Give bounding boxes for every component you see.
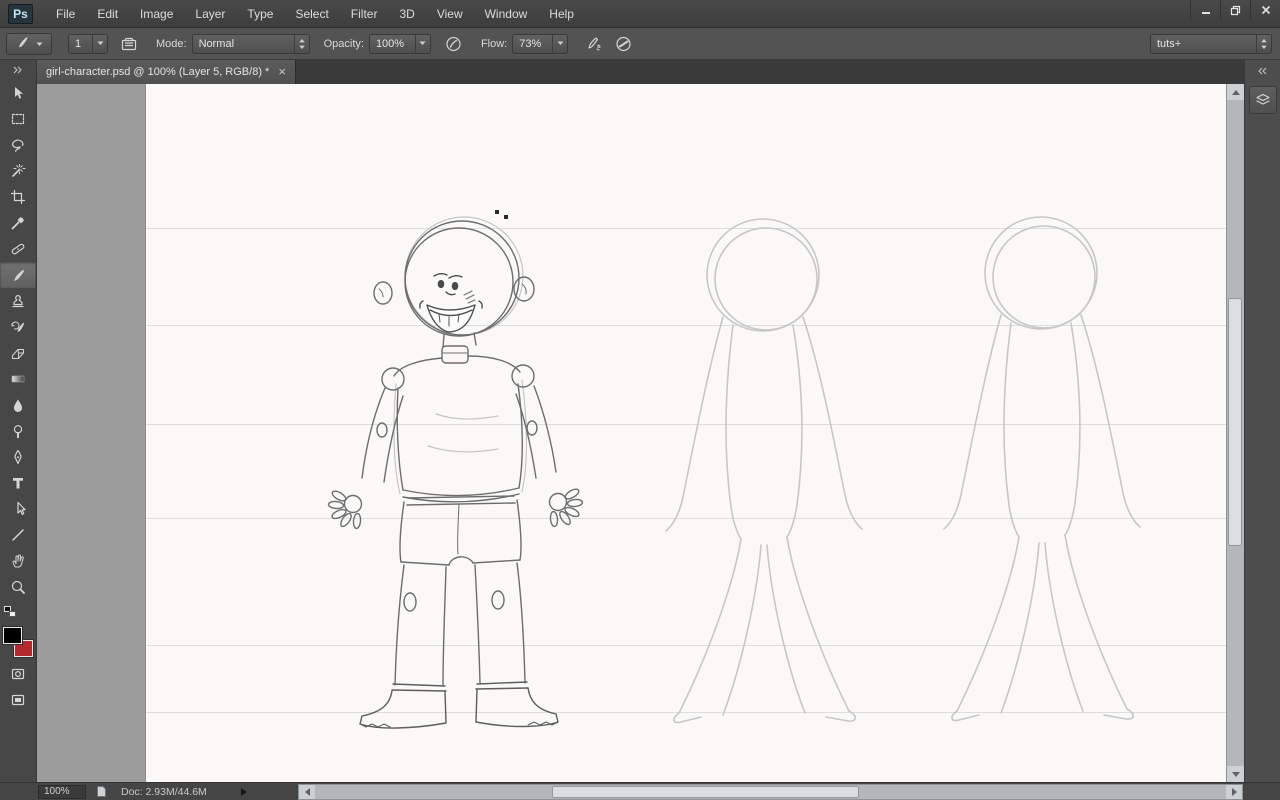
- toggle-brush-panel-button[interactable]: [116, 33, 142, 55]
- tools-panel: [0, 60, 37, 782]
- horizontal-scrollbar[interactable]: [298, 784, 1243, 800]
- tool-brush[interactable]: [0, 262, 36, 288]
- menu-layer[interactable]: Layer: [184, 0, 236, 27]
- menu-file[interactable]: File: [45, 0, 86, 27]
- brush-size-picker[interactable]: 1: [68, 33, 108, 54]
- tool-eraser[interactable]: [0, 340, 36, 366]
- mode-label: Mode:: [156, 37, 187, 50]
- tool-eyedropper[interactable]: [0, 210, 36, 236]
- zoom-level-field[interactable]: 100%: [38, 784, 86, 799]
- close-button[interactable]: [1250, 0, 1280, 20]
- tool-rectangular-marquee[interactable]: [0, 106, 36, 132]
- opacity-label: Opacity:: [323, 37, 364, 50]
- menubar: Ps File Edit Image Layer Type Select Fil…: [0, 0, 1280, 28]
- quick-mask-button[interactable]: [0, 661, 36, 687]
- panel-dock: [1244, 60, 1280, 782]
- tablet-opacity-pressure-icon[interactable]: [441, 33, 467, 55]
- updown-arrows-icon: [1256, 34, 1271, 53]
- dock-expand-button[interactable]: [1245, 60, 1280, 82]
- horizontal-scrollbar-thumb[interactable]: [552, 786, 859, 798]
- document-size-info: Doc: 2.93M/44.6M: [121, 785, 207, 798]
- tool-zoom[interactable]: [0, 574, 36, 600]
- scroll-up-button[interactable]: [1227, 84, 1244, 100]
- menu-window[interactable]: Window: [474, 0, 539, 27]
- workspace-value: tuts+: [1157, 37, 1182, 50]
- screen-mode-button[interactable]: [0, 687, 36, 713]
- menu-help[interactable]: Help: [538, 0, 585, 27]
- tool-blur[interactable]: [0, 392, 36, 418]
- tool-preset-picker[interactable]: [6, 32, 52, 55]
- restore-button[interactable]: [1220, 0, 1250, 20]
- window-controls: [1190, 0, 1280, 27]
- tool-type[interactable]: [0, 470, 36, 496]
- updown-arrows-icon: [293, 34, 309, 53]
- zoom-level-value: 100%: [44, 786, 70, 797]
- brush-size-value: 1: [75, 37, 82, 50]
- tool-line[interactable]: [0, 522, 36, 548]
- layers-panel-button[interactable]: [1248, 86, 1277, 114]
- vertical-scrollbar-thumb[interactable]: [1228, 298, 1242, 546]
- chevron-down-icon: [414, 34, 430, 53]
- workspace-switcher[interactable]: tuts+: [1150, 33, 1272, 54]
- status-bar: 100% Doc: 2.93M/44.6M: [0, 782, 1280, 800]
- airbrush-toggle-icon[interactable]: [580, 33, 606, 55]
- tool-hand[interactable]: [0, 548, 36, 574]
- tab-close-icon[interactable]: ×: [278, 65, 286, 78]
- menu-image[interactable]: Image: [129, 0, 184, 27]
- menu-filter[interactable]: Filter: [340, 0, 389, 27]
- tool-pen[interactable]: [0, 444, 36, 470]
- chevron-down-icon: [552, 34, 567, 53]
- color-swatches[interactable]: [2, 626, 34, 658]
- minimize-button[interactable]: [1190, 0, 1220, 20]
- menu-edit[interactable]: Edit: [86, 0, 129, 27]
- default-colors-icon[interactable]: [4, 606, 16, 617]
- menu-select[interactable]: Select: [284, 0, 339, 27]
- chevron-down-icon: [36, 38, 43, 50]
- character-sketch-artwork: [146, 210, 1226, 729]
- tool-crop[interactable]: [0, 184, 36, 210]
- vertical-scrollbar[interactable]: [1226, 84, 1244, 782]
- toolbar-collapse-button[interactable]: [0, 60, 36, 80]
- status-menu-arrow-icon[interactable]: [240, 787, 247, 796]
- opacity-select[interactable]: 100%: [368, 33, 431, 54]
- foreground-color-swatch[interactable]: [2, 626, 23, 645]
- menu-3d[interactable]: 3D: [388, 0, 425, 27]
- scroll-right-button[interactable]: [1226, 785, 1242, 799]
- tool-options-bar: 1 Mode: Normal Opacity: 100% Flow: 73% t…: [0, 28, 1280, 60]
- scroll-down-button[interactable]: [1227, 766, 1244, 782]
- tool-history-brush[interactable]: [0, 314, 36, 340]
- brush-preset-icon: [15, 35, 29, 52]
- tool-path-selection[interactable]: [0, 496, 36, 522]
- tool-move[interactable]: [0, 80, 36, 106]
- document-tab-bar: girl-character.psd @ 100% (Layer 5, RGB/…: [37, 60, 1244, 84]
- photoshop-logo: Ps: [8, 3, 33, 24]
- document-canvas[interactable]: [146, 84, 1226, 782]
- blend-mode-select[interactable]: Normal: [191, 33, 310, 54]
- document-tab-title: girl-character.psd @ 100% (Layer 5, RGB/…: [46, 66, 270, 78]
- canvas-pasteboard[interactable]: [37, 84, 1226, 782]
- chevron-down-icon: [92, 34, 107, 53]
- menu-type[interactable]: Type: [236, 0, 284, 27]
- flow-label: Flow:: [480, 37, 508, 50]
- tool-lasso[interactable]: [0, 132, 36, 158]
- tablet-size-pressure-icon[interactable]: [610, 33, 636, 55]
- tool-spot-healing-brush[interactable]: [0, 236, 36, 262]
- tool-dodge[interactable]: [0, 418, 36, 444]
- blend-mode-value: Normal: [198, 37, 235, 50]
- document-status-icon: [96, 785, 107, 798]
- menu-view[interactable]: View: [426, 0, 474, 27]
- flow-select[interactable]: 73%: [512, 33, 569, 54]
- opacity-value: 100%: [375, 37, 405, 50]
- tool-clone-stamp[interactable]: [0, 288, 36, 314]
- tool-magic-wand[interactable]: [0, 158, 36, 184]
- scroll-left-button[interactable]: [299, 785, 315, 799]
- tool-gradient[interactable]: [0, 366, 36, 392]
- flow-value: 73%: [519, 37, 542, 50]
- document-tab[interactable]: girl-character.psd @ 100% (Layer 5, RGB/…: [37, 60, 296, 84]
